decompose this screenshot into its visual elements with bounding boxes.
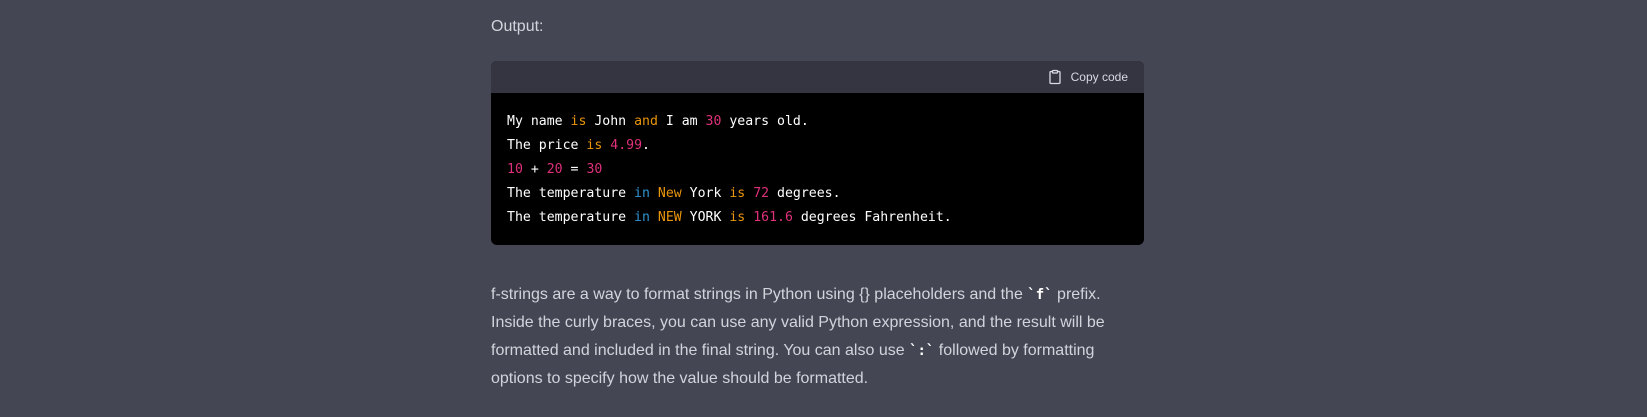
code-token: degrees. — [769, 186, 841, 201]
code-token: John — [586, 114, 635, 129]
code-token: is — [729, 210, 746, 225]
code-token: 72 — [753, 186, 770, 201]
copy-code-label: Copy code — [1070, 70, 1128, 84]
explanation-paragraph: f-strings are a way to format strings in… — [491, 281, 1144, 393]
code-line: 10 + 20 = 30 — [507, 158, 1128, 182]
code-token: The temperature — [507, 210, 635, 225]
code-block: Copy code My name is John and I am 30 ye… — [491, 61, 1144, 245]
clipboard-icon — [1047, 69, 1063, 85]
code-token: New — [657, 186, 682, 201]
code-token: YORK — [681, 210, 730, 225]
inline-code: `:` — [909, 343, 935, 359]
code-token: and — [634, 114, 658, 129]
code-token: degrees Fahrenheit. — [792, 210, 952, 225]
code-token: 20 — [546, 162, 563, 177]
code-token: is — [570, 114, 587, 129]
code-line: The temperature in New York is 72 degree… — [507, 182, 1128, 206]
code-token: 4.99 — [610, 138, 643, 153]
code-token: . — [642, 138, 650, 153]
code-token: The price — [507, 138, 587, 153]
code-token: 10 — [507, 162, 523, 177]
code-token: NEW — [657, 210, 682, 225]
code-token: 161.6 — [753, 210, 793, 225]
code-token: + — [522, 162, 547, 177]
code-token: years old. — [721, 114, 809, 129]
code-block-header: Copy code — [491, 61, 1144, 93]
code-line: The price is 4.99. — [507, 134, 1128, 158]
code-token: is — [729, 186, 746, 201]
code-token: 30 — [586, 162, 603, 177]
output-label: Output: — [491, 18, 544, 35]
code-token: York — [681, 186, 730, 201]
code-token: 30 — [705, 114, 722, 129]
code-token: in — [634, 210, 650, 225]
paragraph-text: f-strings are a way to format strings in… — [491, 286, 1028, 303]
inline-code: `f` — [1027, 287, 1053, 303]
code-token: is — [586, 138, 603, 153]
code-line: The temperature in NEW YORK is 161.6 deg… — [507, 206, 1128, 230]
code-token: in — [634, 186, 650, 201]
code-token: I am — [657, 114, 706, 129]
code-output: My name is John and I am 30 years old. Th… — [491, 93, 1144, 230]
code-token: The temperature — [507, 186, 635, 201]
copy-code-button[interactable]: Copy code — [1047, 69, 1128, 85]
code-token: My name — [507, 114, 571, 129]
code-line: My name is John and I am 30 years old. — [507, 110, 1128, 134]
code-token: = — [562, 162, 587, 177]
